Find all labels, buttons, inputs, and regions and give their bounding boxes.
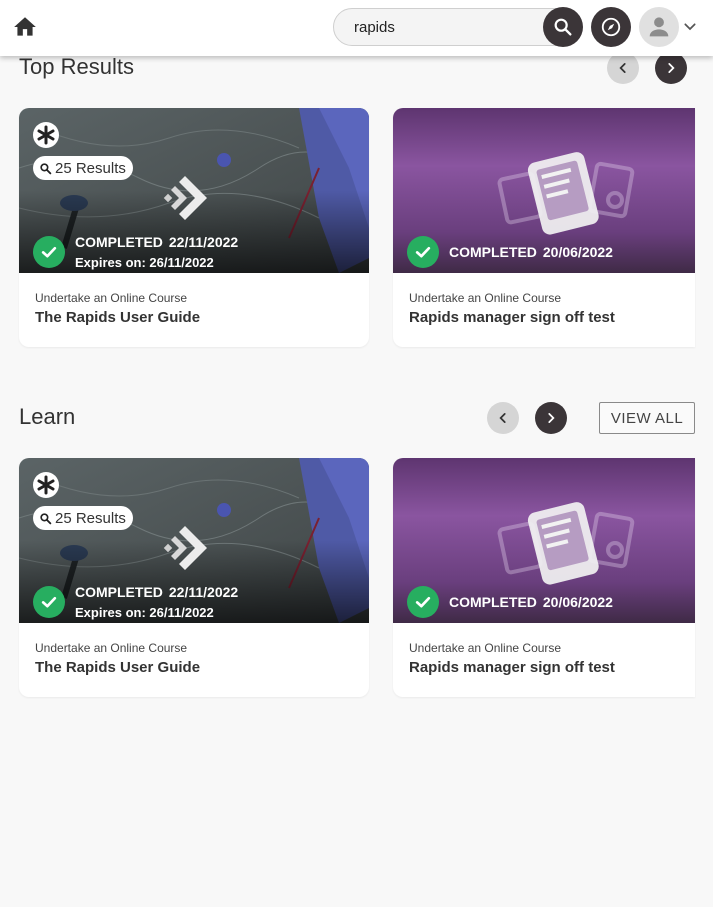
rapids-logo-icon	[163, 526, 207, 570]
course-thumbnail: COMPLETED 20/06/2022	[393, 108, 695, 273]
results-badge: 25 Results	[33, 506, 133, 530]
course-title: The Rapids User Guide	[35, 659, 201, 676]
rapids-logo-icon	[163, 176, 207, 220]
expiry-date: Expires on: 26/11/2022	[75, 605, 214, 620]
learn-next-button[interactable]	[535, 402, 567, 434]
status-label: COMPLETED	[75, 234, 163, 250]
explore-button[interactable]	[591, 7, 631, 47]
course-type: Undertake an Online Course	[35, 641, 188, 655]
section-title-learn: Learn	[19, 404, 76, 429]
course-thumbnail: COMPLETED 20/06/2022	[393, 458, 695, 623]
expiry-date: Expires on: 26/11/2022	[75, 255, 214, 270]
compass-icon	[601, 17, 621, 37]
course-type: Undertake an Online Course	[35, 291, 188, 305]
course-type: Undertake an Online Course	[409, 641, 562, 655]
course-title: Rapids manager sign off test	[409, 309, 615, 326]
course-type: Undertake an Online Course	[409, 291, 562, 305]
chevron-left-icon	[499, 413, 506, 423]
completion-date: 20/06/2022	[542, 244, 613, 260]
course-card[interactable]: COMPLETED 20/06/2022 Undertake an Online …	[393, 108, 695, 347]
completed-check-icon	[407, 586, 439, 618]
completed-check-icon	[33, 236, 65, 268]
person-icon	[649, 17, 669, 37]
status-text: COMPLETED 20/06/2022	[449, 244, 613, 260]
completion-date: 22/11/2022	[168, 584, 239, 600]
course-thumbnail: 25 Results COMPLETED 22/11/2022 Expires o…	[19, 108, 369, 273]
course-title: Rapids manager sign off test	[409, 659, 615, 676]
search-icon	[40, 162, 52, 174]
completed-check-icon	[407, 236, 439, 268]
search-icon	[40, 512, 52, 524]
view-all-button[interactable]: VIEW ALL	[599, 402, 695, 434]
completion-date: 20/06/2022	[542, 594, 613, 610]
learn-prev-button[interactable]	[487, 402, 519, 434]
course-card[interactable]: COMPLETED 20/06/2022 Undertake an Online …	[393, 458, 695, 697]
completed-check-icon	[33, 586, 65, 618]
home-icon[interactable]	[12, 14, 38, 40]
status-label: COMPLETED	[75, 584, 163, 600]
course-title: The Rapids User Guide	[35, 309, 201, 326]
status-label: COMPLETED	[449, 594, 537, 610]
results-badge: 25 Results	[33, 156, 133, 180]
avatar[interactable]	[639, 7, 679, 47]
asterisk-icon	[33, 122, 59, 148]
status-label: COMPLETED	[449, 244, 537, 260]
status-text: COMPLETED 20/06/2022	[449, 594, 613, 610]
section-title-top-results: Top Results	[19, 54, 134, 79]
top-results-next-button[interactable]	[655, 52, 687, 84]
top-bar	[0, 0, 713, 56]
top-results-prev-button[interactable]	[607, 52, 639, 84]
status-text: COMPLETED 22/11/2022	[75, 234, 238, 250]
search-icon	[554, 18, 572, 36]
status-text: COMPLETED 22/11/2022	[75, 584, 238, 600]
chevron-right-icon	[668, 63, 675, 73]
course-thumbnail: 25 Results COMPLETED 22/11/2022 Expires o…	[19, 458, 369, 623]
chevron-right-icon	[548, 413, 555, 423]
asterisk-icon	[33, 472, 59, 498]
course-card[interactable]: 25 Results COMPLETED 22/11/2022 Expires o…	[19, 108, 369, 347]
chevron-down-icon[interactable]	[682, 19, 698, 35]
results-count: 25 Results	[55, 159, 126, 177]
results-count: 25 Results	[55, 509, 126, 527]
completion-date: 22/11/2022	[168, 234, 239, 250]
course-card[interactable]: 25 Results COMPLETED 22/11/2022 Expires o…	[19, 458, 369, 697]
search-input[interactable]	[354, 17, 534, 37]
chevron-left-icon	[619, 63, 626, 73]
search-button[interactable]	[543, 7, 583, 47]
